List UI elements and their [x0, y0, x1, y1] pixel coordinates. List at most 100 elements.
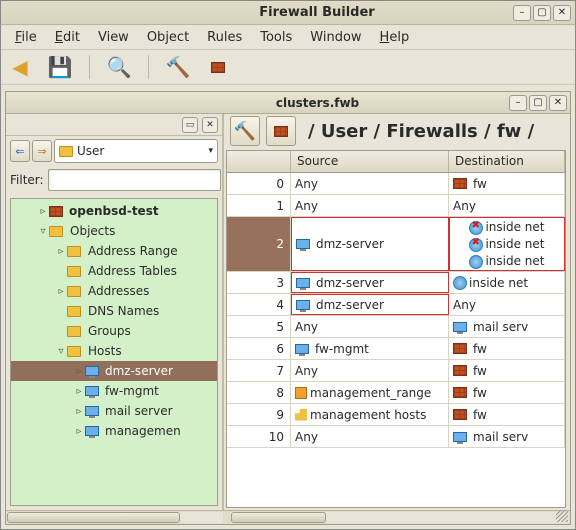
- rule-row[interactable]: 6fw-mgmtfw: [227, 338, 565, 360]
- window-title: Firewall Builder: [121, 5, 513, 20]
- expander-icon[interactable]: ▹: [37, 206, 49, 217]
- nav-forward-button[interactable]: ⇒: [32, 140, 52, 162]
- expander-icon[interactable]: ▹: [73, 366, 85, 377]
- tree-item[interactable]: DNS Names: [11, 301, 217, 321]
- rule-row[interactable]: 1AnyAny: [227, 195, 565, 217]
- rule-destination[interactable]: mail serv: [449, 426, 565, 447]
- col-header-source[interactable]: Source: [291, 151, 449, 172]
- menu-rules[interactable]: Rules: [199, 28, 250, 47]
- doc-close-button[interactable]: ✕: [549, 95, 567, 111]
- right-pane: 🔨 / User / Firewalls / fw / Source Desti…: [224, 114, 570, 510]
- search-icon[interactable]: 🔍: [106, 54, 132, 80]
- menu-tools[interactable]: Tools: [252, 28, 300, 47]
- rule-row[interactable]: 2dmz-serverinside netinside netinside ne…: [227, 217, 565, 272]
- close-button[interactable]: ✕: [553, 5, 571, 21]
- rule-source[interactable]: Any: [291, 316, 449, 337]
- expander-icon[interactable]: ▹: [73, 406, 85, 417]
- tree-item[interactable]: ▹mail server: [11, 401, 217, 421]
- expander-icon[interactable]: ▿: [55, 346, 67, 357]
- pane-close-button[interactable]: ✕: [202, 117, 218, 133]
- rule-row[interactable]: 0Anyfw: [227, 173, 565, 195]
- rule-source[interactable]: fw-mgmt: [291, 338, 449, 359]
- rule-source[interactable]: Any: [291, 173, 449, 194]
- rule-source[interactable]: dmz-server: [291, 217, 449, 271]
- tree-label: DNS Names: [88, 304, 159, 318]
- rule-row[interactable]: 4dmz-serverAny: [227, 294, 565, 316]
- rule-number: 6: [227, 338, 291, 359]
- rule-destination[interactable]: fw: [449, 382, 565, 403]
- rule-destination[interactable]: Any: [449, 294, 565, 315]
- menu-file[interactable]: File: [7, 28, 45, 47]
- rule-source[interactable]: management hosts: [291, 404, 449, 425]
- rule-row[interactable]: 3dmz-serverinside net: [227, 272, 565, 294]
- col-header-destination[interactable]: Destination: [449, 151, 565, 172]
- tree-item[interactable]: ▿Objects: [11, 221, 217, 241]
- tree-item[interactable]: ▿Hosts: [11, 341, 217, 361]
- rule-destination[interactable]: Any: [449, 195, 565, 216]
- tree-item[interactable]: ▹fw-mgmt: [11, 381, 217, 401]
- menu-help[interactable]: Help: [372, 28, 418, 47]
- menu-view[interactable]: View: [90, 28, 137, 47]
- doc-minimize-button[interactable]: –: [509, 95, 527, 111]
- netx-icon: [469, 221, 482, 234]
- wall-icon: [453, 409, 467, 420]
- rule-row[interactable]: 7Anyfw: [227, 360, 565, 382]
- rule-destination[interactable]: inside net: [449, 272, 565, 293]
- rule-destination[interactable]: fw: [449, 173, 565, 194]
- tree-item[interactable]: ▹dmz-server: [11, 361, 217, 381]
- pc-icon: [296, 239, 310, 249]
- expander-icon[interactable]: ▹: [73, 426, 85, 437]
- menu-edit[interactable]: Edit: [47, 28, 88, 47]
- expander-icon[interactable]: ▹: [73, 386, 85, 397]
- rule-row[interactable]: 8management_rangefw: [227, 382, 565, 404]
- rule-source[interactable]: dmz-server: [291, 294, 449, 315]
- expander-icon[interactable]: ▹: [55, 246, 67, 257]
- rule-source[interactable]: Any: [291, 195, 449, 216]
- rule-destination[interactable]: fw: [449, 404, 565, 425]
- rule-destination[interactable]: fw: [449, 360, 565, 381]
- object-tree[interactable]: ▹openbsd-test▿Objects▹Address RangeAddre…: [11, 199, 217, 505]
- left-pane: ▭ ✕ ⇐ ⇒ User ▾ Filter: x: [6, 114, 224, 510]
- filter-input[interactable]: [48, 169, 221, 191]
- nav-back-button[interactable]: ⇐: [10, 140, 30, 162]
- minimize-button[interactable]: –: [513, 5, 531, 21]
- rule-source[interactable]: dmz-server: [291, 272, 449, 293]
- menu-window[interactable]: Window: [302, 28, 369, 47]
- col-header-number[interactable]: [227, 151, 291, 172]
- doc-maximize-button[interactable]: ▢: [529, 95, 547, 111]
- compile-button[interactable]: 🔨: [230, 116, 260, 146]
- tree-item[interactable]: ▹Addresses: [11, 281, 217, 301]
- rule-number: 3: [227, 272, 291, 293]
- install-button[interactable]: [266, 116, 296, 146]
- rule-source[interactable]: Any: [291, 360, 449, 381]
- back-icon[interactable]: ◀: [7, 54, 33, 80]
- bottom-scrollbar[interactable]: [6, 510, 570, 524]
- maximize-button[interactable]: ▢: [533, 5, 551, 21]
- save-icon[interactable]: 💾: [47, 54, 73, 80]
- tree-item[interactable]: ▹openbsd-test: [11, 201, 217, 221]
- expander-icon[interactable]: ▿: [37, 226, 49, 237]
- expander-icon[interactable]: ▹: [55, 286, 67, 297]
- tree-item[interactable]: ▹managemen: [11, 421, 217, 441]
- rule-source[interactable]: management_range: [291, 382, 449, 403]
- resize-grip[interactable]: [556, 510, 568, 522]
- menu-object[interactable]: Object: [139, 28, 197, 47]
- tree-item[interactable]: Address Tables: [11, 261, 217, 281]
- rule-row[interactable]: 9management hostsfw: [227, 404, 565, 426]
- pane-menu-button[interactable]: ▭: [182, 117, 198, 133]
- rule-source[interactable]: Any: [291, 426, 449, 447]
- document-window: clusters.fwb – ▢ ✕ ▭ ✕ ⇐ ⇒ User: [5, 91, 571, 525]
- install-icon[interactable]: [205, 54, 231, 80]
- rule-row[interactable]: 10Anymail serv: [227, 426, 565, 448]
- wall-icon: [453, 178, 467, 189]
- library-combo[interactable]: User ▾: [54, 139, 218, 163]
- build-icon[interactable]: 🔨: [165, 54, 191, 80]
- grid-body[interactable]: 0Anyfw1AnyAny2dmz-serverinside netinside…: [227, 173, 565, 507]
- rule-row[interactable]: 5Anymail serv: [227, 316, 565, 338]
- rule-destination[interactable]: inside netinside netinside net: [449, 217, 565, 271]
- tree-item[interactable]: Groups: [11, 321, 217, 341]
- rule-destination[interactable]: fw: [449, 338, 565, 359]
- rule-destination[interactable]: mail serv: [449, 316, 565, 337]
- rule-number: 5: [227, 316, 291, 337]
- tree-item[interactable]: ▹Address Range: [11, 241, 217, 261]
